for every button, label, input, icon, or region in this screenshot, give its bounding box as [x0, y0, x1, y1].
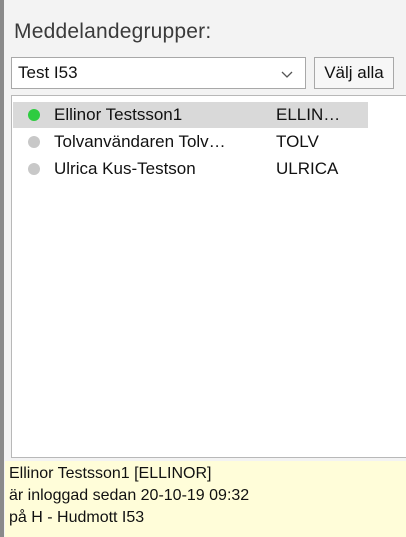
user-name: Ulrica Kus-Testson — [54, 159, 196, 178]
info-login-line: är inloggad sedan 20-10-19 09:32 — [9, 487, 250, 504]
group-select[interactable]: Test I53 — [11, 57, 306, 89]
user-row[interactable]: Ulrica Kus-Testson ULRICA — [13, 156, 368, 182]
user-row[interactable]: Ellinor Testsson1 ELLIN… — [13, 102, 368, 128]
user-id: ULRICA — [276, 159, 339, 178]
user-list: Ellinor Testsson1 ELLIN… Tolvanvändaren … — [11, 95, 406, 458]
user-row[interactable]: Tolvanvändaren Tolv… TOLV — [13, 129, 368, 155]
window-edge — [0, 0, 4, 537]
chevron-down-icon — [281, 71, 293, 78]
user-name: Ellinor Testsson1 — [54, 105, 183, 124]
group-select-value: Test I53 — [18, 63, 78, 82]
status-offline-icon — [28, 136, 40, 148]
status-offline-icon — [28, 163, 40, 175]
status-online-icon — [28, 109, 40, 121]
user-name: Tolvanvändaren Tolv… — [54, 132, 226, 151]
message-groups-label: Meddelandegrupper: — [14, 20, 212, 43]
info-user-line: Ellinor Testsson1 [ELLINOR] — [9, 465, 212, 482]
info-location-line: på H - Hudmott I53 — [9, 509, 145, 526]
user-id: ELLIN… — [276, 105, 341, 124]
user-info-panel: Ellinor Testsson1 [ELLINOR] är inloggad … — [5, 461, 406, 537]
select-all-button[interactable]: Välj alla — [314, 57, 394, 89]
user-id: TOLV — [276, 132, 319, 151]
